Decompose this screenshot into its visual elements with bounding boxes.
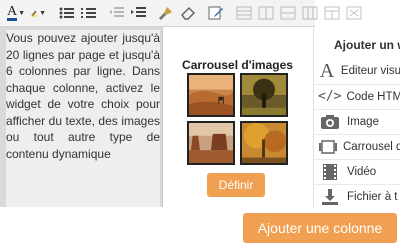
table-button[interactable] (236, 3, 252, 23)
widget-item-image[interactable]: Image (314, 109, 400, 133)
eraser-icon (181, 6, 196, 20)
table-columns-icon (280, 6, 296, 20)
table-cols-button[interactable] (280, 3, 296, 23)
table-split-button[interactable] (302, 3, 318, 23)
carousel-thumbnail-tree (240, 73, 288, 117)
panel-header: Ajouter un w (334, 38, 400, 52)
table-delete-button[interactable] (346, 3, 362, 23)
film-icon (318, 161, 342, 183)
carousel-thumbnail-desert (187, 73, 235, 117)
font-icon: A (319, 59, 335, 82)
define-button[interactable]: Définir (207, 173, 265, 197)
rich-text-editor[interactable]: Vous pouvez ajouter jusqu'à 20 lignes pa… (6, 30, 160, 207)
editor-text: Vous pouvez ajouter jusqu'à 20 lignes pa… (6, 31, 160, 161)
outdent-button[interactable] (108, 3, 124, 23)
brush-icon (159, 7, 172, 20)
widget-item-carousel[interactable]: Carrousel d (314, 134, 400, 158)
indent-icon (130, 7, 146, 17)
widget-item-label: Editeur visu (340, 65, 400, 77)
numbered-list-icon (80, 8, 96, 18)
bulleted-list-icon (59, 7, 74, 19)
background-color-button[interactable]: ▼ (30, 3, 46, 23)
autumn-image (242, 123, 286, 163)
text-color-button[interactable]: A ▼ (6, 3, 26, 23)
add-column-button[interactable]: Ajouter une colonne (243, 213, 397, 243)
widget-item-video[interactable]: Vidéo (314, 159, 400, 183)
clean-format-button[interactable] (158, 3, 174, 23)
edit-source-button[interactable] (208, 3, 224, 23)
table-rows-icon (258, 6, 274, 20)
canyon-image (189, 123, 233, 163)
carousel-icon (318, 136, 338, 158)
table-rows-button[interactable] (258, 3, 274, 23)
add-widget-panel: Ajouter un w A Editeur visu </> Code HTM… (313, 27, 400, 207)
table-merge-icon (324, 6, 340, 20)
carousel-thumbnail-canyon (187, 121, 235, 165)
outdent-icon (108, 7, 124, 17)
widget-item-label: Image (347, 115, 379, 128)
indent-button[interactable] (130, 3, 146, 23)
text-color-icon: A (6, 4, 18, 21)
code-icon: </> (318, 89, 342, 104)
widget-item-label: Fichier à t (347, 190, 398, 203)
editor-toolbar: A ▼ ▼ (0, 0, 362, 27)
widget-item-html-code[interactable]: </> Code HTM (314, 84, 400, 108)
carousel-widget-column: Carrousel d'images Définir (164, 27, 311, 207)
widget-item-file-download[interactable]: Fichier à t (314, 184, 400, 208)
bulleted-list-button[interactable] (58, 3, 74, 23)
eraser-button[interactable] (180, 3, 196, 23)
chevron-down-icon: ▼ (39, 9, 46, 17)
camera-icon (318, 111, 342, 133)
text-column: Vous pouvez ajouter jusqu'à 20 lignes pa… (0, 27, 163, 207)
desert-image (189, 75, 233, 115)
chevron-down-icon: ▼ (18, 9, 26, 17)
carousel-title: Carrousel d'images (182, 58, 293, 72)
tree-image (242, 75, 286, 115)
table-delete-icon (346, 6, 362, 20)
carousel-thumbnail-autumn (240, 121, 288, 165)
widget-item-label: Vidéo (347, 165, 377, 178)
pencil-icon (208, 6, 223, 20)
table-icon (236, 6, 252, 20)
highlighter-icon (31, 10, 38, 17)
table-split-icon (302, 6, 318, 20)
download-icon (318, 186, 342, 208)
widget-item-label: Code HTM (346, 90, 400, 103)
table-merge-button[interactable] (324, 3, 340, 23)
widget-item-visual-editor[interactable]: A Editeur visu (314, 59, 400, 83)
widget-item-label: Carrousel d (343, 140, 400, 153)
numbered-list-button[interactable] (80, 3, 96, 23)
